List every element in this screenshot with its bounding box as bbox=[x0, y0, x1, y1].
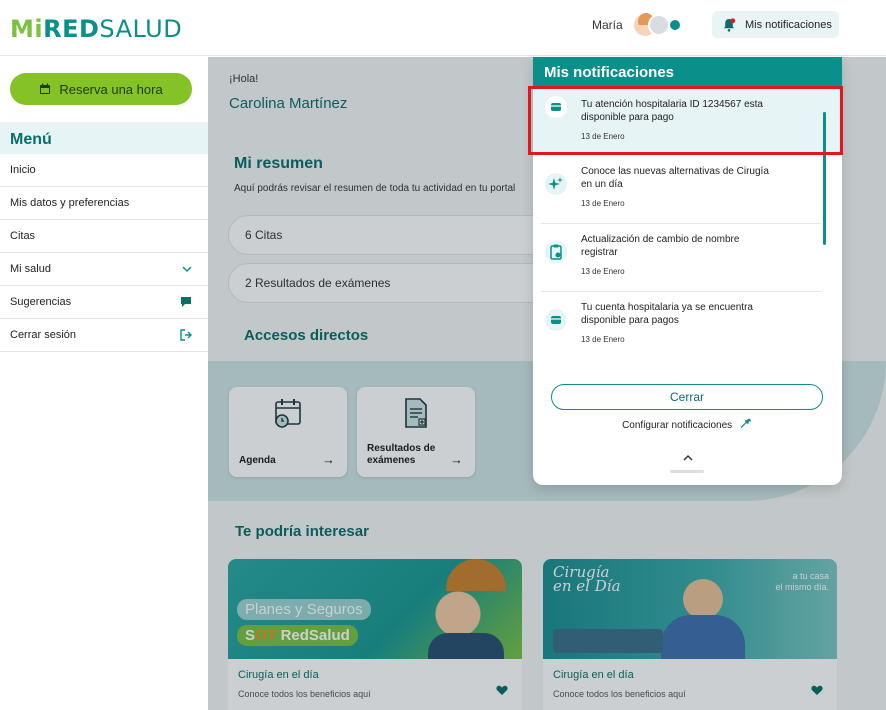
user-name[interactable]: María bbox=[592, 18, 623, 32]
drag-handle[interactable] bbox=[670, 470, 704, 473]
notifications-button[interactable]: Mis notificaciones bbox=[712, 11, 839, 38]
notification-item[interactable]: Actualización de cambio de nombre regist… bbox=[533, 233, 828, 276]
notification-line1: Conoce las nuevas alternativas de Cirugí… bbox=[581, 166, 769, 177]
reserve-button[interactable]: Reserva una hora bbox=[10, 73, 192, 105]
menu-list: Inicio Mis datos y preferencias Citas Mi… bbox=[0, 154, 208, 352]
sidebar-item-inicio[interactable]: Inicio bbox=[0, 154, 208, 187]
app-logo[interactable]: MiREDSALUD bbox=[10, 15, 182, 43]
notification-text: Tu cuenta hospitalaria ya se encuentra d… bbox=[581, 301, 808, 327]
chat-icon bbox=[181, 297, 191, 307]
sidebar-item-cerrar-sesion[interactable]: Cerrar sesión bbox=[0, 319, 208, 352]
secondary-avatar bbox=[648, 14, 670, 36]
notifications-label: Mis notificaciones bbox=[745, 18, 832, 31]
chevron-down-icon bbox=[182, 266, 192, 273]
clipboard-icon bbox=[545, 241, 567, 263]
divider bbox=[541, 291, 821, 292]
close-button[interactable]: Cerrar bbox=[551, 384, 823, 410]
configure-notifications-link[interactable]: Configurar notificaciones bbox=[533, 418, 842, 431]
chevron-up-icon[interactable] bbox=[682, 451, 694, 465]
sidebar-item-label: Sugerencias bbox=[10, 296, 72, 308]
calendar-icon bbox=[40, 83, 51, 94]
top-header: MiREDSALUD María Mis notificaciones bbox=[0, 0, 886, 56]
notification-item[interactable]: Conoce las nuevas alternativas de Cirugí… bbox=[533, 165, 828, 208]
logo-red: RED bbox=[43, 15, 100, 43]
notification-date: 13 de Enero bbox=[581, 335, 625, 344]
reserve-label: Reserva una hora bbox=[59, 81, 163, 97]
sidebar-item-mi-salud[interactable]: Mi salud bbox=[0, 253, 208, 286]
sidebar-item-label: Citas bbox=[10, 230, 36, 242]
sidebar-item-label: Mis datos y preferencias bbox=[10, 197, 130, 209]
sidebar-item-label: Mi salud bbox=[10, 263, 51, 275]
sparkle-icon bbox=[545, 173, 567, 195]
notification-item[interactable]: Tu cuenta hospitalaria ya se encuentra d… bbox=[533, 301, 828, 344]
notification-text: Conoce las nuevas alternativas de Cirugí… bbox=[581, 165, 808, 191]
sidebar-item-label: Inicio bbox=[10, 164, 36, 176]
logo-salud: SALUD bbox=[99, 15, 183, 43]
logout-icon bbox=[180, 329, 192, 341]
notification-line1: Tu cuenta hospitalaria ya se encuentra bbox=[581, 302, 753, 313]
notification-line2: registrar bbox=[581, 247, 618, 258]
wallet-icon bbox=[545, 309, 567, 331]
panel-title: Mis notificaciones bbox=[533, 57, 842, 87]
logo-mi: Mi bbox=[10, 15, 44, 43]
divider bbox=[541, 223, 821, 224]
notification-date: 13 de Enero bbox=[581, 199, 625, 208]
switch-profile-icon bbox=[668, 18, 682, 32]
notification-line1: Actualización de cambio de nombre bbox=[581, 234, 740, 245]
sidebar-item-citas[interactable]: Citas bbox=[0, 220, 208, 253]
sidebar-item-sugerencias[interactable]: Sugerencias bbox=[0, 286, 208, 319]
menu-title: Menú bbox=[0, 122, 208, 154]
wrench-icon bbox=[740, 418, 751, 429]
sidebar: Reserva una hora Menú Inicio Mis datos y… bbox=[0, 57, 208, 710]
sidebar-item-label: Cerrar sesión bbox=[10, 329, 77, 341]
notification-date: 13 de Enero bbox=[581, 267, 625, 276]
profile-switcher[interactable] bbox=[632, 10, 682, 40]
highlight-box bbox=[528, 86, 843, 155]
notification-line2: en un día bbox=[581, 179, 623, 190]
notification-line2: disponible para pagos bbox=[581, 315, 679, 326]
notification-text: Actualización de cambio de nombre regist… bbox=[581, 233, 808, 259]
sidebar-item-mis-datos[interactable]: Mis datos y preferencias bbox=[0, 187, 208, 220]
configure-notifications-label: Configurar notificaciones bbox=[622, 420, 733, 431]
bell-icon bbox=[724, 17, 736, 32]
